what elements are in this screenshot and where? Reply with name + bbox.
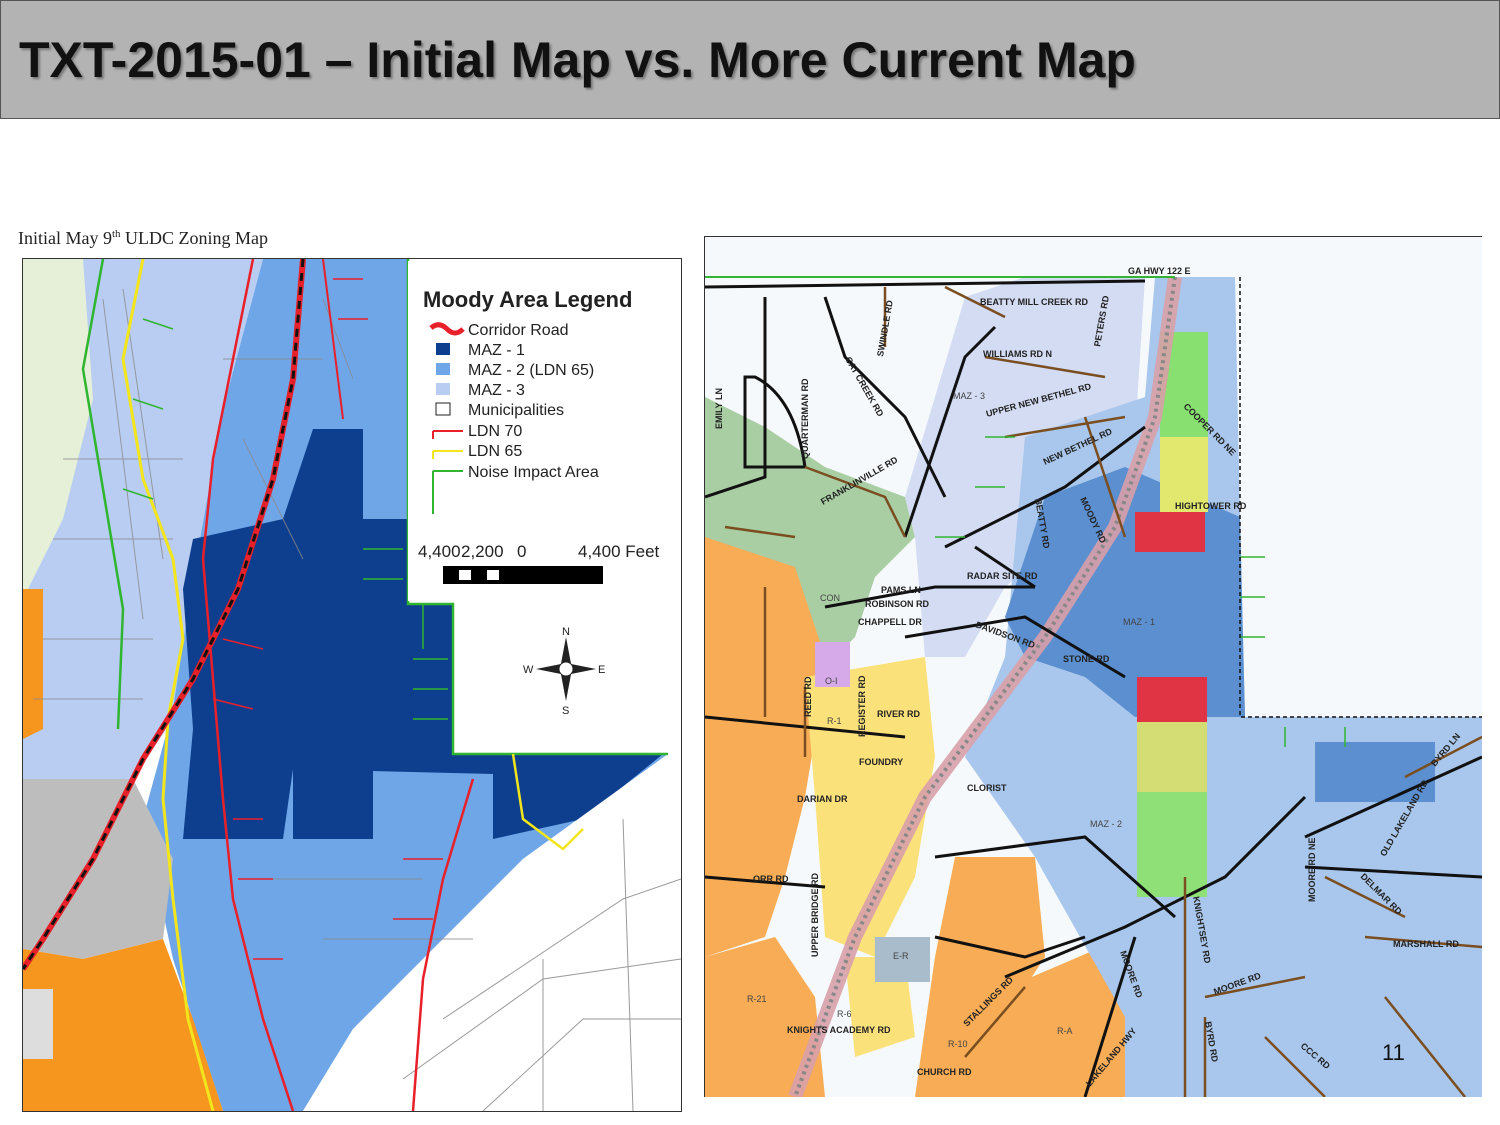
road-label-2: WILLIAMS RD N (983, 349, 1052, 359)
maz2-swatch (436, 363, 450, 375)
road-label-16: PAMS LN (881, 585, 921, 595)
slide-title: TXT-2015-01 – Initial Map vs. More Curre… (19, 32, 1136, 88)
maz1-swatch (436, 343, 450, 355)
scale-label-mid: 2,200 (461, 542, 504, 561)
zone-label-r6: R-6 (837, 1009, 852, 1019)
municipalities-swatch (435, 402, 451, 416)
legend-item-maz2: MAZ - 2 (LDN 65) (468, 362, 594, 379)
scale-bar (443, 566, 603, 584)
zone-label-r1: R-1 (827, 716, 842, 726)
zone-label-maz3: MAZ - 3 (953, 391, 985, 401)
road-label-0: GA HWY 122 E (1128, 266, 1191, 276)
title-bar: TXT-2015-01 – Initial Map vs. More Curre… (0, 0, 1500, 119)
current-zoning-map: GA HWY 122 E BEATTY MILL CREEK RD WILLIA… (704, 236, 1483, 1100)
legend-title: Moody Area Legend (423, 287, 632, 312)
road-label-7: HIGHTOWER RD (1175, 501, 1247, 511)
road-label-17: ROBINSON RD (865, 599, 930, 609)
legend-item-ldn70: LDN 70 (468, 423, 522, 440)
road-label-39: MARSHALL RD (1393, 939, 1459, 949)
page-number: 11 (1382, 1040, 1405, 1065)
zone-label-r21: R-21 (747, 994, 767, 1004)
compass-w: W (523, 664, 534, 676)
road-label-1: BEATTY MILL CREEK RD (980, 297, 1089, 307)
zone-label-maz1: MAZ - 1 (1123, 617, 1155, 627)
zone-label-er: E-R (893, 951, 909, 961)
road-label-24: FOUNDRY (859, 757, 903, 767)
road-label-18: CHAPPELL DR (858, 617, 922, 627)
caption-suffix: ULDC Zoning Map (120, 228, 269, 248)
legend-item-municipalities: Municipalities (468, 402, 564, 419)
road-label-22: REGISTER RD (857, 675, 867, 737)
legend-item-noise: Noise Impact Area (468, 464, 599, 481)
road-label-11: EMILY LN (714, 388, 724, 429)
legend-item-maz3: MAZ - 3 (468, 382, 525, 399)
zone-label-maz2: MAZ - 2 (1090, 819, 1122, 829)
scale-label-zero: 0 (517, 542, 526, 561)
road-label-23: RIVER RD (877, 709, 921, 719)
road-label-26: CLORIST (967, 783, 1007, 793)
road-label-20: STONE RD (1063, 654, 1110, 664)
caption-prefix: Initial May 9 (18, 228, 112, 248)
scale-label-left: 4,400 (418, 542, 461, 561)
legend-item-ldn65: LDN 65 (468, 443, 522, 460)
road-label-30: KNIGHTS ACADEMY RD (787, 1025, 891, 1035)
road-label-35: MOORE RD NE (1307, 837, 1317, 902)
zone-label-oi: O-I (825, 676, 838, 686)
road-label-25: DARIAN DR (797, 794, 848, 804)
zone-label-r10: R-10 (948, 1039, 968, 1049)
initial-map-svg: Moody Area Legend Corridor Road MAZ - 1 … (20, 258, 682, 1112)
road-label-28: UPPER BRIDGE RD (810, 872, 820, 957)
road-label-21: REED RD (803, 676, 813, 717)
legend-item-maz1: MAZ - 1 (468, 342, 525, 359)
compass-s: S (562, 705, 569, 717)
zone-label-con: CON (820, 593, 840, 603)
road-label-15: RADAR SITE RD (967, 571, 1038, 581)
noise-heat-grid-south (1137, 677, 1207, 897)
current-map-svg: GA HWY 122 E BEATTY MILL CREEK RD WILLIA… (704, 237, 1483, 1100)
compass-e: E (598, 664, 605, 676)
road-label-27: ORR RD (753, 874, 789, 884)
road-label-31: CHURCH RD (917, 1067, 972, 1077)
initial-zoning-map: Moody Area Legend Corridor Road MAZ - 1 … (20, 258, 682, 1112)
maz3-swatch (436, 383, 450, 395)
zone-label-ra: R-A (1057, 1026, 1073, 1036)
legend-item-corridor: Corridor Road (468, 322, 568, 339)
scale-label-right: 4,400 Feet (578, 542, 660, 561)
road-label-10: QUARTERMAN RD (800, 378, 810, 459)
caption-sup: th (111, 228, 121, 240)
left-map-caption: Initial May 9th ULDC Zoning Map (18, 228, 268, 249)
compass-n: N (562, 626, 570, 638)
